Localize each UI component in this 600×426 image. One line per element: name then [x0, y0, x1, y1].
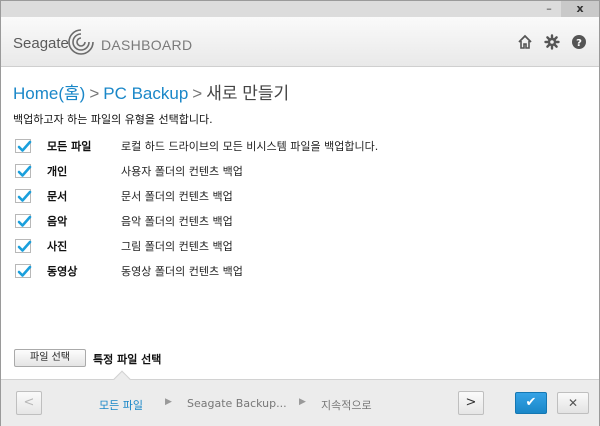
- option-all-files[interactable]: 모든 파일 로컬 하드 드라이브의 모든 비시스템 파일을 백업합니다.: [15, 136, 575, 154]
- option-description: 음악 폴더의 컨텐츠 백업: [121, 215, 233, 228]
- checkmark-icon: [17, 165, 32, 177]
- option-label: 문서: [47, 190, 68, 203]
- checkmark-icon: [17, 240, 32, 252]
- cancel-button[interactable]: ✕: [557, 392, 589, 414]
- option-description: 동영상 폴더의 컨텐츠 백업: [121, 265, 243, 278]
- option-label: 동영상: [47, 265, 78, 278]
- breadcrumb-pc-backup[interactable]: PC Backup: [103, 84, 188, 103]
- option-label: 사진: [47, 240, 68, 253]
- svg-text:?: ?: [576, 38, 582, 49]
- checkmark-icon: [17, 190, 32, 202]
- help-icon[interactable]: ?: [571, 34, 587, 50]
- breadcrumb-separator: >: [192, 84, 203, 103]
- backup-wizard-window: – x Seagate DASHBOARD ? Home(홈) > PC Bac…: [0, 0, 600, 426]
- minimize-button[interactable]: –: [539, 1, 559, 17]
- option-music[interactable]: 음악 음악 폴더의 컨텐츠 백업: [15, 211, 575, 229]
- checkmark-icon: [17, 265, 32, 277]
- wizard-footer: < 모든 파일 ▶ Seagate Backup... ▶ 지속적으로 > ✔ …: [1, 370, 599, 426]
- option-description: 로컬 하드 드라이브의 모든 비시스템 파일을 백업합니다.: [121, 140, 379, 153]
- wizard-step-active: 모든 파일: [99, 399, 143, 412]
- option-personal[interactable]: 개인 사용자 폴더의 컨텐츠 백업: [15, 161, 575, 179]
- checkbox-documents[interactable]: [15, 189, 32, 203]
- breadcrumb-separator: >: [89, 84, 100, 103]
- checkbox-personal[interactable]: [15, 164, 32, 178]
- file-select-label: 특정 파일 선택: [93, 353, 162, 366]
- close-window-button[interactable]: x: [561, 1, 599, 17]
- option-videos[interactable]: 동영상 동영상 폴더의 컨텐츠 백업: [15, 261, 575, 279]
- wizard-step: Seagate Backup...: [187, 397, 287, 410]
- app-header: Seagate DASHBOARD ?: [1, 17, 599, 67]
- option-description: 그림 폴더의 컨텐츠 백업: [121, 240, 233, 253]
- home-icon[interactable]: [517, 34, 533, 50]
- step-arrow-icon: ▶: [165, 397, 172, 407]
- option-pictures[interactable]: 사진 그림 폴더의 컨텐츠 백업: [15, 236, 575, 254]
- option-label: 개인: [47, 165, 68, 178]
- option-description: 문서 폴더의 컨텐츠 백업: [121, 190, 233, 203]
- next-step-button[interactable]: >: [458, 391, 484, 415]
- breadcrumb: Home(홈) > PC Backup > 새로 만들기: [13, 79, 289, 104]
- checkbox-all-files[interactable]: [15, 139, 32, 153]
- breadcrumb-current: 새로 만들기: [206, 84, 290, 103]
- title-bar: – x: [1, 1, 599, 17]
- wizard-step: 지속적으로: [321, 399, 372, 412]
- active-step-pointer: [113, 370, 131, 388]
- previous-step-button[interactable]: <: [16, 391, 42, 415]
- option-description: 사용자 폴더의 컨텐츠 백업: [121, 165, 243, 178]
- breadcrumb-home[interactable]: Home(홈): [13, 84, 85, 103]
- option-documents[interactable]: 문서 문서 폴더의 컨텐츠 백업: [15, 186, 575, 204]
- brand-name: Seagate: [13, 35, 69, 52]
- checkbox-pictures[interactable]: [15, 239, 32, 253]
- option-label: 모든 파일: [47, 140, 92, 153]
- app-name: DASHBOARD: [101, 37, 193, 53]
- gear-icon[interactable]: [544, 34, 560, 50]
- checkmark-icon: [17, 215, 32, 227]
- confirm-button[interactable]: ✔: [515, 392, 547, 414]
- option-label: 음악: [47, 215, 68, 228]
- seagate-logo-icon: [68, 29, 94, 55]
- step-arrow-icon: ▶: [299, 397, 306, 407]
- checkmark-icon: [17, 140, 32, 152]
- file-select-button[interactable]: 파일 선택: [14, 349, 86, 367]
- instruction-text: 백업하고자 하는 파일의 유형을 선택합니다.: [13, 113, 213, 126]
- checkbox-music[interactable]: [15, 214, 32, 228]
- checkbox-videos[interactable]: [15, 264, 32, 278]
